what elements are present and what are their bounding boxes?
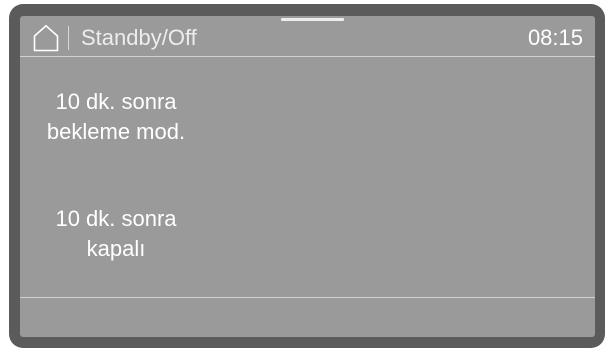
option-standby-after-10-min[interactable]: 10 dk. sonra bekleme mod. [30, 87, 202, 147]
clock-time: 08:15 [527, 25, 583, 50]
header-bar: Standby/Off 08:15 [20, 16, 595, 57]
option-standby-line2: bekleme mod. [46, 119, 186, 144]
header-separator [20, 56, 595, 57]
home-icon[interactable] [33, 24, 59, 52]
option-off-line1: 10 dk. sonra [55, 206, 177, 231]
footer-separator [20, 297, 595, 298]
header-divider [68, 26, 69, 50]
page-title: Standby/Off [81, 25, 197, 50]
option-off-line2: kapalı [86, 236, 146, 261]
display-screen: Standby/Off 08:15 10 dk. sonra bekleme m… [20, 16, 595, 337]
option-off-after-10-min[interactable]: 10 dk. sonra kapalı [30, 204, 202, 264]
option-standby-line1: 10 dk. sonra [55, 89, 177, 114]
